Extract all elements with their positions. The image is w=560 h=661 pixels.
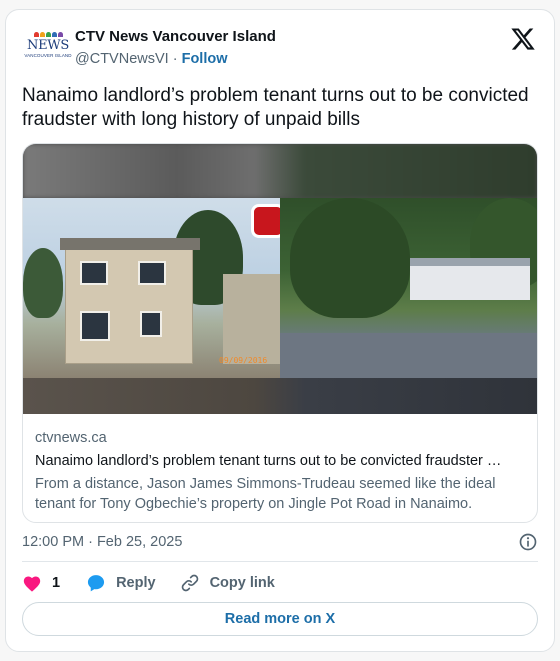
post-text: Nanaimo landlord’s problem tenant turns … — [22, 85, 529, 130]
neighbor-house-shape — [223, 274, 280, 364]
handle-separator: · — [172, 51, 178, 67]
link-preview-image[interactable]: 09/09/2016 — [23, 144, 537, 414]
link-preview-card[interactable]: 09/09/2016 ctvnews.ca Nanaimo landlord’s… — [22, 143, 538, 523]
post-meta: 12:00 PM · Feb 25, 2025 — [22, 531, 538, 553]
embedded-post-card: NEWS VANCOUVER ISLAND CTV News Vancouver… — [5, 9, 555, 652]
follow-button[interactable]: Follow — [182, 51, 228, 67]
account-handle[interactable]: @CTVNewsVI — [75, 51, 169, 67]
link-title[interactable]: Nanaimo landlord’s problem tenant turns … — [35, 451, 525, 471]
like-button[interactable]: 1 — [22, 574, 60, 592]
copy-link-button[interactable]: Copy link — [180, 573, 275, 593]
stop-sign-shape — [251, 204, 280, 238]
post-timestamp[interactable]: 12:00 PM · Feb 25, 2025 — [22, 534, 182, 550]
copy-link-label: Copy link — [209, 575, 275, 591]
action-bar: 1 Reply Copy link — [22, 570, 275, 596]
read-more-button[interactable]: Read more on X — [22, 602, 538, 636]
reply-button[interactable]: Reply — [86, 573, 156, 593]
link-icon — [181, 574, 198, 592]
link-description: From a distance, Jason James Simmons-Tru… — [35, 476, 496, 512]
reply-bubble-icon — [87, 575, 105, 592]
divider — [22, 561, 538, 562]
window-shape — [80, 311, 110, 341]
info-icon[interactable] — [518, 532, 538, 552]
like-count: 1 — [52, 575, 61, 591]
ctv-news-logo[interactable]: NEWS VANCOUVER ISLAND — [24, 32, 72, 68]
x-logo-icon[interactable] — [510, 26, 536, 52]
window-shape — [138, 261, 166, 285]
account-handle-line: @CTVNewsVI · Follow — [75, 49, 276, 69]
link-domain: ctvnews.ca — [35, 430, 107, 446]
window-shape — [140, 311, 162, 337]
account-name[interactable]: CTV News Vancouver Island — [75, 27, 276, 47]
reply-label: Reply — [116, 575, 156, 591]
link-preview-info[interactable]: ctvnews.ca Nanaimo landlord’s problem te… — [23, 414, 537, 522]
logo-news-text: NEWS — [27, 38, 69, 53]
photo-house-right — [280, 198, 537, 378]
account-info: CTV News Vancouver Island @CTVNewsVI · F… — [75, 27, 276, 69]
road-shape — [280, 333, 537, 378]
photo-date-stamp: 09/09/2016 — [219, 356, 268, 365]
logo-subtext: VANCOUVER ISLAND — [24, 53, 72, 58]
heart-icon — [23, 576, 41, 592]
tree-shape — [23, 248, 63, 318]
window-shape — [80, 261, 108, 285]
photo-house-left: 09/09/2016 — [23, 198, 280, 378]
image-blur-top — [23, 144, 537, 198]
house-shape — [410, 258, 530, 300]
image-blur-bottom — [23, 378, 537, 414]
roof-shape — [60, 238, 200, 250]
post-header: NEWS VANCOUVER ISLAND CTV News Vancouver… — [22, 24, 538, 76]
house-shape — [60, 238, 200, 364]
tree-shape — [290, 198, 410, 318]
